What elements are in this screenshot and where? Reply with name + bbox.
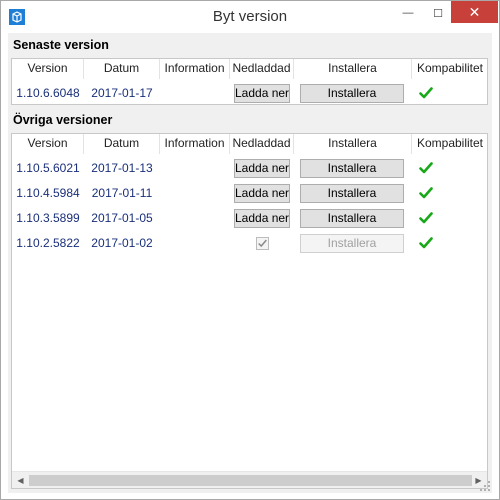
downloaded-checkbox (256, 237, 269, 250)
date-cell: 2017-01-17 (91, 86, 153, 100)
date-cell: 2017-01-13 (91, 161, 153, 175)
column-header-installera[interactable]: Installera (294, 59, 412, 79)
download-button[interactable]: Ladda ner (234, 184, 290, 203)
dialog-window: Byt version — ☐ ✕ Senaste version Versio… (0, 0, 500, 500)
install-button: Installera (300, 234, 404, 253)
install-button[interactable]: Installera (300, 184, 404, 203)
green-checkmark-icon (419, 87, 433, 99)
green-checkmark-icon (419, 212, 433, 224)
title-bar[interactable]: Byt version — ☐ ✕ (1, 1, 499, 33)
information-cell (160, 182, 230, 204)
version-cell: 1.10.6.6048 (16, 86, 80, 100)
column-header-installera[interactable]: Installera (294, 134, 412, 154)
information-cell (160, 232, 230, 254)
green-checkmark-icon (419, 237, 433, 249)
dialog-content: Senaste version Version Datum Information N… (8, 33, 492, 493)
table-row[interactable]: 1.10.5.6021 2017-01-13 Ladda ner Installera (12, 156, 487, 181)
date-cell: 2017-01-05 (91, 211, 153, 225)
scroll-left-arrow-icon[interactable]: ◀ (12, 472, 29, 488)
checkmark-icon (258, 239, 267, 248)
other-versions-grid: ◀ ▶ Version Datum Information Nedladdad Inst… (11, 133, 488, 489)
column-header-version[interactable]: Version (12, 134, 84, 154)
version-cell: 1.10.4.5984 (16, 186, 80, 200)
version-cell: 1.10.3.5899 (16, 211, 80, 225)
column-header-kompabilitet[interactable]: Kompabilitet (412, 59, 487, 79)
green-checkmark-icon (419, 187, 433, 199)
resize-grip-icon[interactable] (479, 480, 491, 492)
minimize-button[interactable]: — (393, 1, 423, 25)
download-button[interactable]: Ladda ner (234, 209, 290, 228)
latest-section-title: Senaste version (13, 38, 109, 52)
version-cell: 1.10.2.5822 (16, 236, 80, 250)
column-header-kompabilitet[interactable]: Kompabilitet (412, 134, 487, 154)
table-row[interactable]: 1.10.4.5984 2017-01-11 Ladda ner Installera (12, 181, 487, 206)
column-header-nedladdad[interactable]: Nedladdad (230, 134, 294, 154)
scrollbar-thumb[interactable] (29, 475, 472, 486)
green-checkmark-icon (419, 162, 433, 174)
latest-version-grid: Version Datum Information Nedladdad Installe… (11, 58, 488, 105)
information-cell (160, 157, 230, 179)
information-cell (160, 82, 230, 104)
table-row[interactable]: 1.10.6.6048 2017-01-17 Ladda ner Installera (12, 81, 487, 104)
column-header-version[interactable]: Version (12, 59, 84, 79)
version-cell: 1.10.5.6021 (16, 161, 80, 175)
maximize-button[interactable]: ☐ (423, 1, 453, 25)
install-button[interactable]: Installera (300, 84, 404, 103)
column-header-datum[interactable]: Datum (84, 134, 160, 154)
column-header-information[interactable]: Information (160, 59, 230, 79)
column-header-nedladdad[interactable]: Nedladdad (230, 59, 294, 79)
date-cell: 2017-01-11 (91, 186, 153, 200)
date-cell: 2017-01-02 (91, 236, 153, 250)
download-button[interactable]: Ladda ner (234, 159, 290, 178)
table-row[interactable]: 1.10.3.5899 2017-01-05 Ladda ner Installera (12, 206, 487, 231)
table-row[interactable]: 1.10.2.5822 2017-01-02 Installera (12, 231, 487, 256)
close-button[interactable]: ✕ (451, 1, 498, 23)
horizontal-scrollbar[interactable]: ◀ ▶ (12, 471, 487, 488)
information-cell (160, 207, 230, 229)
column-header-datum[interactable]: Datum (84, 59, 160, 79)
column-header-information[interactable]: Information (160, 134, 230, 154)
download-button[interactable]: Ladda ner (234, 84, 290, 103)
other-section-title: Övriga versioner (13, 113, 113, 127)
install-button[interactable]: Installera (300, 209, 404, 228)
install-button[interactable]: Installera (300, 159, 404, 178)
